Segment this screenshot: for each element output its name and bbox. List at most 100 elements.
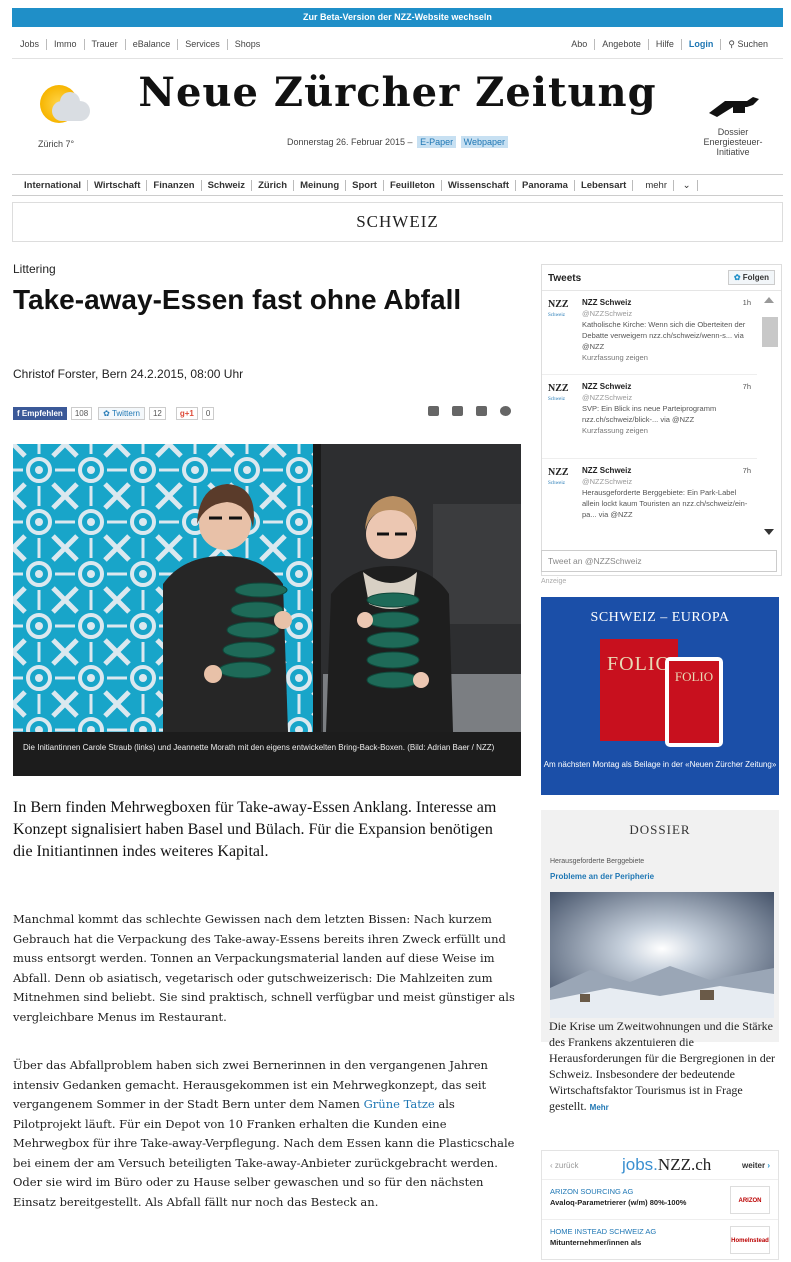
tweet-time[interactable]: 7h: [743, 381, 751, 392]
nav-panorama[interactable]: Panorama: [516, 179, 575, 191]
tweet-item[interactable]: NZZ Schweiz NZZ Schweiz 1h @NZZSchweiz Ka…: [542, 291, 757, 375]
tweet-count: 12: [148, 406, 166, 420]
tweet-author[interactable]: NZZ Schweiz: [582, 298, 631, 307]
facebook-like-button[interactable]: f Empfehlen: [13, 406, 67, 420]
nzz-avatar: NZZ Schweiz: [548, 383, 569, 402]
job-item[interactable]: HOME INSTEAD SCHWEIZ AG Mitunternehmer/i…: [542, 1219, 778, 1259]
job-item[interactable]: ARIZON SOURCING AG Avaloq-Parametrierer …: [542, 1179, 778, 1219]
nav-zuerich[interactable]: Zürich: [252, 179, 295, 191]
ad-text: Am nächsten Montag als Beilage in der «N…: [543, 760, 777, 769]
dossier-more-link[interactable]: Mehr: [590, 1103, 609, 1112]
section-nav: International Wirtschaft Finanzen Schwei…: [12, 174, 783, 196]
tweet-input[interactable]: Tweet an @NZZSchweiz: [541, 550, 777, 572]
tweet-item[interactable]: NZZ Schweiz NZZ Schweiz 7h @NZZSchweiz SV…: [542, 375, 757, 459]
article-headline: Take-away-Essen fast ohne Abfall: [13, 284, 462, 315]
nav-lebensart[interactable]: Lebensart: [575, 179, 634, 191]
article-byline: Christof Forster, Bern 24.2.2015, 08:00 …: [13, 367, 244, 381]
twitter-icon: ✿: [733, 273, 741, 282]
tweet-time[interactable]: 1h: [743, 297, 751, 308]
tweet-item[interactable]: NZZ Schweiz NZZ Schweiz 7h @NZZSchweiz He…: [542, 459, 757, 525]
company-logo: HomeInstead: [730, 1226, 770, 1254]
google-plus-button[interactable]: g+1: [175, 406, 198, 420]
email-icon[interactable]: [452, 406, 463, 416]
paragraph-2-text-b: als Pilotprojekt läuft. Für ein Depot vo…: [13, 1097, 515, 1209]
nav-wirtschaft[interactable]: Wirtschaft: [88, 179, 148, 191]
login-link[interactable]: Login: [682, 39, 722, 50]
chevron-right-icon: ›: [767, 1161, 770, 1170]
nzz-avatar: NZZ Schweiz: [548, 299, 569, 318]
dossier-text-body: Die Krise um Zweitwohnungen und die Stär…: [549, 1019, 776, 1113]
scroll-up-icon[interactable]: [764, 297, 774, 303]
dossier-teaser-label: Dossier Energiesteuer-Initiative: [703, 127, 763, 157]
comment-icon[interactable]: [428, 406, 439, 416]
dateline: Donnerstag 26. Februar 2015 – E-Paper We…: [12, 136, 783, 148]
chevron-left-icon: ‹: [550, 1161, 553, 1170]
nav-wissenschaft[interactable]: Wissenschaft: [442, 179, 516, 191]
topnav-shops[interactable]: Shops: [228, 39, 268, 50]
nav-mehr-label: mehr: [639, 179, 674, 191]
dossier-link[interactable]: Probleme an der Peripherie: [550, 872, 654, 881]
follow-button[interactable]: ✿ Folgen: [727, 270, 775, 285]
nav-sport[interactable]: Sport: [346, 179, 384, 191]
bookmark-icon[interactable]: [500, 406, 511, 416]
tweet-author[interactable]: NZZ Schweiz: [582, 382, 631, 391]
folio-ad[interactable]: SCHWEIZ – EUROPA FOLIO FOLIO Am nächsten…: [541, 597, 779, 795]
dossier-teaser[interactable]: Dossier Energiesteuer-Initiative: [693, 93, 773, 157]
nav-mehr[interactable]: mehr ⌄: [633, 179, 703, 191]
chevron-down-icon: ⌄: [676, 179, 698, 191]
tweet-handle: @NZZSchweiz: [582, 477, 633, 486]
beta-banner-link[interactable]: Zur Beta-Version der NZZ-Website wechsel…: [12, 8, 783, 27]
tweet-text: Katholische Kirche: Wenn sich die Oberte…: [582, 320, 746, 351]
topnav-services[interactable]: Services: [178, 39, 228, 50]
tweet-author[interactable]: NZZ Schweiz: [582, 466, 631, 475]
gruene-tatze-link[interactable]: Grüne Tatze: [364, 1097, 435, 1111]
jobs-back-button[interactable]: ‹ zurück: [550, 1161, 578, 1170]
tweet-time[interactable]: 7h: [743, 465, 751, 476]
dossier-title: DOSSIER: [629, 822, 691, 837]
topnav-jobs[interactable]: Jobs: [20, 39, 48, 50]
dossier-image[interactable]: [550, 892, 774, 1018]
search-label: Suchen: [737, 39, 768, 49]
article-lead: In Bern finden Mehrwegboxen für Take-awa…: [13, 799, 497, 860]
jobs-next-label: weiter: [741, 1161, 766, 1170]
company-logo: ARIZON: [730, 1186, 770, 1214]
epaper-link[interactable]: E-Paper: [417, 136, 457, 148]
nav-feuilleton[interactable]: Feuilleton: [384, 179, 442, 191]
topnav-immo[interactable]: Immo: [47, 39, 85, 50]
ad-label: Anzeige: [541, 578, 567, 585]
tweets-scrollbar[interactable]: [760, 295, 778, 535]
jobs-brand[interactable]: jobs.NZZ.ch: [622, 1155, 711, 1175]
print-icon[interactable]: [476, 406, 487, 416]
search-link[interactable]: ⚲ Suchen: [721, 39, 775, 50]
date: Donnerstag 26. Februar 2015 –: [286, 137, 413, 147]
topnav-abo[interactable]: Abo: [571, 39, 596, 50]
jobs-header: ‹ zurück jobs.NZZ.ch weiter ›: [542, 1151, 778, 1179]
jobs-brand-suffix: NZZ.ch: [657, 1155, 712, 1174]
tweet-button[interactable]: ✿ Twittern: [98, 406, 145, 420]
topnav-ebalance[interactable]: eBalance: [126, 39, 179, 50]
nav-meinung[interactable]: Meinung: [294, 179, 347, 191]
tweet-expand-link[interactable]: Kurzfassung zeigen: [582, 352, 751, 363]
scroll-down-icon[interactable]: [764, 529, 774, 535]
social-bar: f Empfehlen 108 ✿ Twittern 12 g+1 0: [13, 405, 220, 421]
twitter-widget-header: Tweets ✿ Folgen: [542, 265, 781, 291]
nav-schweiz[interactable]: Schweiz: [202, 179, 253, 191]
tweet-expand-link[interactable]: Kurzfassung zeigen: [582, 425, 751, 436]
fuel-nozzle-icon: [709, 97, 759, 117]
topnav-trauer[interactable]: Trauer: [85, 39, 126, 50]
nzz-logo[interactable]: Neue Zürcher Zeitung: [12, 69, 783, 116]
jobs-widget: ‹ zurück jobs.NZZ.ch weiter › ARIZON SOU…: [541, 1150, 779, 1260]
hero-photo: [13, 444, 521, 732]
masthead: Zürich 7° Neue Zürcher Zeitung Donnersta…: [12, 58, 783, 168]
article-paragraph-1: Manchmal kommt das schlechte Gewissen na…: [13, 912, 515, 1024]
jobs-next-button[interactable]: weiter ›: [742, 1161, 770, 1170]
topnav-angebote[interactable]: Angebote: [595, 39, 649, 50]
image-caption: Die Initiantinnen Carole Straub (links) …: [13, 732, 521, 776]
webpaper-link[interactable]: Webpaper: [460, 136, 509, 148]
nav-finanzen[interactable]: Finanzen: [147, 179, 202, 191]
nav-international[interactable]: International: [18, 179, 89, 191]
tweet-text: SVP: Ein Blick ins neue Parteiprogramm n…: [582, 404, 717, 424]
topnav-hilfe[interactable]: Hilfe: [649, 39, 682, 50]
scroll-thumb[interactable]: [762, 317, 778, 347]
nzz-avatar: NZZ Schweiz: [548, 467, 569, 486]
